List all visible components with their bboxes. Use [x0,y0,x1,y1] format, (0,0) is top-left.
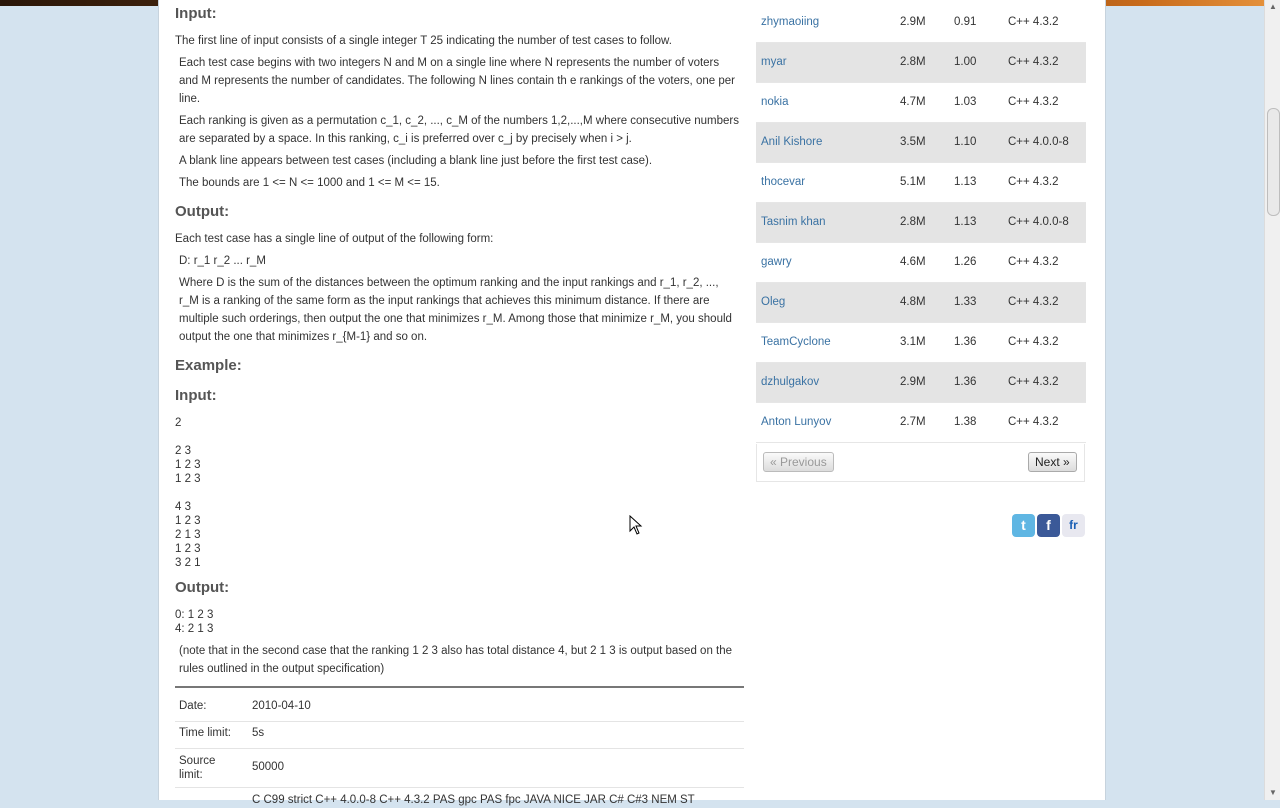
ranking-time: 0.91 [954,16,977,28]
ranking-memory: 2.9M [900,376,926,388]
ranking-language: C++ 4.3.2 [1008,376,1059,388]
ranking-user-link[interactable]: zhymaoiing [761,16,819,28]
ranking-user-link[interactable]: gawry [761,256,792,268]
ranking-user-link[interactable]: myar [761,56,787,68]
meta-label: Time limit: [179,727,231,739]
meta-value: 50000 [252,761,284,773]
ranking-row: nokia 4.7M 1.03 C++ 4.3.2 [756,83,1086,123]
ranking-row: Tasnim khan 2.8M 1.13 C++ 4.0.0-8 [756,203,1086,243]
ranking-language: C++ 4.3.2 [1008,176,1059,188]
meta-value: 2010-04-10 [252,700,311,712]
twitter-icon[interactable]: t [1012,514,1035,537]
ranking-memory: 2.9M [900,16,926,28]
ranking-language: C++ 4.0.0-8 [1008,136,1069,148]
ranking-row: dzhulgakov 2.9M 1.36 C++ 4.3.2 [756,363,1086,403]
input-paragraph: The first line of input consists of a si… [175,35,672,47]
ranking-language: C++ 4.3.2 [1008,16,1059,28]
ranking-user-link[interactable]: thocevar [761,176,805,188]
ranking-time: 1.13 [954,176,977,188]
example-input: 2 2 3 1 2 3 1 2 3 4 3 1 2 3 2 1 3 1 2 3 … [175,417,201,569]
meta-value: C C99 strict C++ 4.0.0-8 C++ 4.3.2 PAS g… [252,794,695,806]
output-paragraph: Each test case has a single line of outp… [175,233,494,245]
ranking-language: C++ 4.0.0-8 [1008,216,1069,228]
ranking-language: C++ 4.3.2 [1008,336,1059,348]
ranking-memory: 5.1M [900,176,926,188]
ranking-row: myar 2.8M 1.00 C++ 4.3.2 [756,43,1086,83]
ranking-language: C++ 4.3.2 [1008,96,1059,108]
ranking-user-link[interactable]: Anil Kishore [761,136,822,148]
ranking-memory: 2.8M [900,56,926,68]
facebook-icon[interactable]: f [1037,514,1060,537]
ranking-user-link[interactable]: nokia [761,96,789,108]
example-output-heading: Output: [175,579,230,596]
vertical-scrollbar[interactable]: ▲ ▼ [1264,0,1280,800]
ranking-user-link[interactable]: Oleg [761,296,785,308]
ranking-memory: 2.8M [900,216,926,228]
input-paragraph: Each test case begins with two integers … [179,57,735,105]
ranking-row: Oleg 4.8M 1.33 C++ 4.3.2 [756,283,1086,323]
ranking-language: C++ 4.3.2 [1008,296,1059,308]
input-heading: Input: [175,5,217,22]
scroll-down-icon[interactable]: ▼ [1269,788,1277,797]
ranking-time: 1.36 [954,376,977,388]
ranking-time: 1.36 [954,336,977,348]
meta-languages-row: C C99 strict C++ 4.0.0-8 C++ 4.3.2 PAS g… [175,788,744,808]
flickr-icon[interactable]: fr [1062,514,1085,537]
input-paragraph: The bounds are 1 <= N <= 1000 and 1 <= M… [179,177,440,189]
ranking-language: C++ 4.3.2 [1008,416,1059,428]
previous-button[interactable]: « Previous [763,452,834,472]
example-output: 0: 1 2 3 4: 2 1 3 [175,609,214,635]
scroll-up-icon[interactable]: ▲ [1269,2,1277,11]
ranking-memory: 3.1M [900,336,926,348]
ranking-row: gawry 4.6M 1.26 C++ 4.3.2 [756,243,1086,283]
ranking-time: 1.10 [954,136,977,148]
ranking-language: C++ 4.3.2 [1008,256,1059,268]
ranking-memory: 4.6M [900,256,926,268]
ranking-time: 1.13 [954,216,977,228]
meta-value: 5s [252,727,265,739]
mouse-pointer-icon [629,515,643,535]
divider [175,686,744,688]
example-input-heading: Input: [175,387,217,404]
output-paragraph: Where D is the sum of the distances betw… [179,277,732,343]
meta-label: Source limit: [179,755,216,781]
ranking-language: C++ 4.3.2 [1008,56,1059,68]
ranking-time: 1.33 [954,296,977,308]
input-paragraph: Each ranking is given as a permutation c… [179,115,739,145]
example-heading: Example: [175,357,242,374]
next-button[interactable]: Next » [1028,452,1077,472]
scrollbar-thumb[interactable] [1267,108,1280,216]
ranking-row: Anil Kishore 3.5M 1.10 C++ 4.0.0-8 [756,123,1086,163]
ranking-memory: 4.7M [900,96,926,108]
example-note: (note that in the second case that the r… [179,645,733,675]
ranking-time: 1.00 [954,56,977,68]
ranking-user-link[interactable]: Anton Lunyov [761,416,831,428]
ranking-time: 1.26 [954,256,977,268]
meta-label: Date: [179,700,207,712]
output-heading: Output: [175,203,230,220]
ranking-user-link[interactable]: Tasnim khan [761,216,826,228]
ranking-memory: 2.7M [900,416,926,428]
ranking-user-link[interactable]: dzhulgakov [761,376,819,388]
meta-time-row: Time limit: 5s [175,722,744,749]
ranking-row: thocevar 5.1M 1.13 C++ 4.3.2 [756,163,1086,203]
input-paragraph: A blank line appears between test cases … [179,155,653,167]
meta-date-row: Date: 2010-04-10 [175,689,744,722]
output-format: D: r_1 r_2 ... r_M [179,255,266,267]
ranking-memory: 4.8M [900,296,926,308]
ranking-time: 1.03 [954,96,977,108]
ranking-user-link[interactable]: TeamCyclone [761,336,831,348]
meta-source-row: Source limit: 50000 [175,749,744,788]
ranking-row: TeamCyclone 3.1M 1.36 C++ 4.3.2 [756,323,1086,363]
ranking-row: Anton Lunyov 2.7M 1.38 C++ 4.3.2 [756,403,1086,443]
ranking-memory: 3.5M [900,136,926,148]
ranking-time: 1.38 [954,416,977,428]
ranking-row: zhymaoiing 2.9M 0.91 C++ 4.3.2 [756,3,1086,43]
